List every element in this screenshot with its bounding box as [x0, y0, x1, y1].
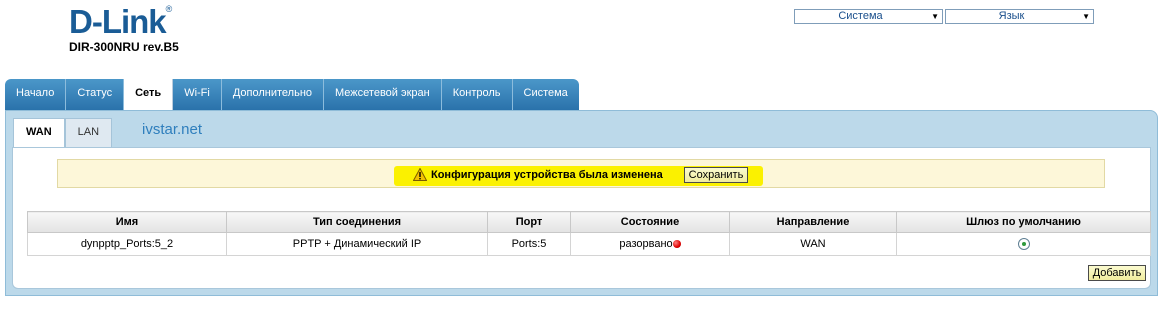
- config-changed-notice: Конфигурация устройства была изменена Со…: [57, 159, 1105, 188]
- chevron-down-icon: ▼: [931, 12, 939, 21]
- language-select[interactable]: Язык ▼: [945, 9, 1094, 24]
- tab-network[interactable]: Сеть: [124, 79, 174, 110]
- cell-default-gateway: [896, 232, 1151, 256]
- wan-content: Конфигурация устройства была изменена Со…: [12, 147, 1151, 289]
- logo-text: D-Link: [69, 3, 167, 40]
- subtab-wan[interactable]: WAN: [13, 118, 65, 147]
- tab-advanced[interactable]: Дополнительно: [221, 79, 325, 110]
- language-select-value: Язык: [998, 10, 1025, 22]
- wan-connections-table: Имя Тип соединения Порт Состояние Направ…: [27, 211, 1151, 256]
- device-model: DIR-300NRU rev.B5: [69, 40, 179, 54]
- cell-port: Ports:5: [487, 232, 571, 256]
- tab-control[interactable]: Контроль: [441, 79, 513, 110]
- sub-nav: WAN LAN: [13, 118, 113, 147]
- status-disconnected-icon: [672, 240, 681, 248]
- col-default-gateway: Шлюз по умолчанию: [896, 211, 1151, 233]
- col-port: Порт: [487, 211, 571, 233]
- cell-direction: WAN: [729, 232, 897, 256]
- col-status: Состояние: [570, 211, 730, 233]
- chevron-down-icon: ▼: [1082, 12, 1090, 21]
- notice-text: Конфигурация устройства была изменена: [431, 169, 663, 181]
- dlink-logo: D-Link®: [69, 4, 172, 40]
- subtab-lan[interactable]: LAN: [64, 118, 113, 147]
- default-gateway-radio[interactable]: [1017, 238, 1030, 251]
- col-direction: Направление: [729, 211, 897, 233]
- main-nav: Начало Статус Сеть Wi-Fi Дополнительно М…: [5, 79, 579, 110]
- table-row[interactable]: dynpptp_Ports:5_2 PPTP + Динамический IP…: [27, 232, 1151, 256]
- cell-connection-type: PPTP + Динамический IP: [226, 232, 488, 256]
- tab-firewall[interactable]: Межсетевой экран: [324, 79, 442, 110]
- warning-icon: [413, 168, 427, 181]
- system-select[interactable]: Система ▼: [794, 9, 943, 24]
- table-header-row: Имя Тип соединения Порт Состояние Направ…: [27, 211, 1151, 233]
- cell-status: разорвано: [570, 232, 730, 256]
- status-text: разорвано: [619, 238, 673, 250]
- add-button[interactable]: Добавить: [1088, 265, 1146, 281]
- cell-name[interactable]: dynpptp_Ports:5_2: [27, 232, 227, 256]
- tab-status[interactable]: Статус: [66, 79, 125, 110]
- system-select-value: Система: [838, 10, 883, 22]
- tab-wifi[interactable]: Wi-Fi: [173, 79, 222, 110]
- col-connection-type: Тип соединения: [226, 211, 488, 233]
- save-button[interactable]: Сохранить: [684, 167, 748, 183]
- logo-registered-mark: ®: [165, 4, 173, 14]
- col-name: Имя: [27, 211, 227, 233]
- tab-system[interactable]: Система: [512, 79, 579, 110]
- content-panel: WAN LAN ivstar.net Конфигурация устройст…: [5, 110, 1158, 296]
- tab-home[interactable]: Начало: [5, 79, 67, 110]
- site-watermark: ivstar.net: [142, 121, 203, 138]
